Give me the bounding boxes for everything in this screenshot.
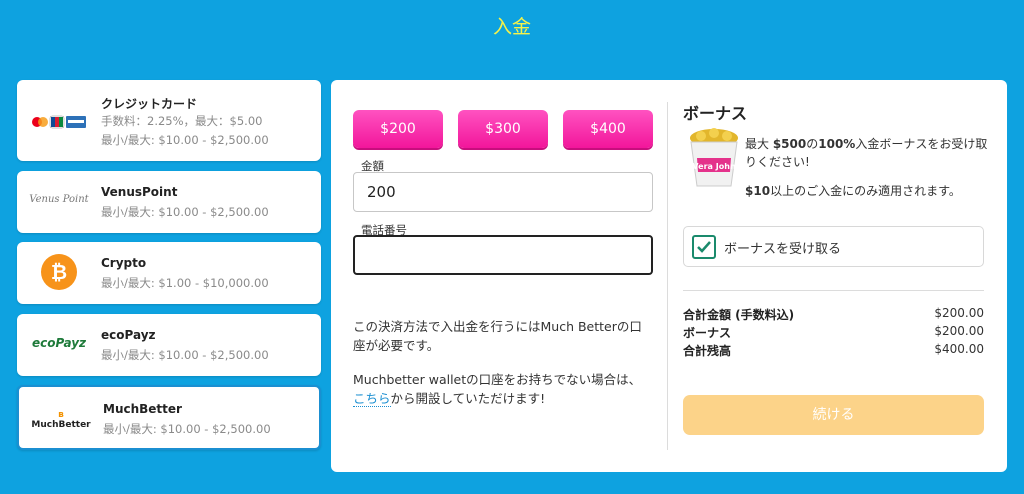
amount-300-button[interactable]: $300 — [458, 110, 548, 148]
amount-400-button[interactable]: $400 — [563, 110, 653, 148]
method-fee: 手数料：2.25%，最大：$5.00 — [101, 114, 263, 128]
info-text-2: Muchbetter walletの口座をお持ちでない場合は、 こちらから開設し… — [353, 372, 642, 407]
continue-button[interactable]: 続ける — [683, 395, 984, 435]
bonus-checkbox-row[interactable]: ボーナスを受け取る — [683, 226, 984, 267]
method-name: MuchBetter — [103, 402, 182, 416]
summary-value: $200.00 — [934, 306, 984, 320]
info-text-1: この決済方法で入出金を行うにはMuch Betterの口座が必要です。 — [353, 319, 642, 353]
method-ecopayz[interactable]: ecoPayz ecoPayz 最小/最大: $10.00 - $2,500.0… — [17, 314, 321, 376]
credit-card-logos — [27, 114, 91, 133]
phone-input[interactable] — [353, 235, 653, 275]
method-limits: 最小/最大: $10.00 - $2,500.00 — [101, 348, 269, 362]
summary-label: 合計残高 — [683, 344, 732, 358]
ecopayz-logo: ecoPayz — [31, 336, 87, 350]
divider — [667, 102, 668, 450]
bonus-description: 最大 $500の100%入金ボーナスをお受け取りください! — [745, 137, 988, 169]
svg-text:Vera John: Vera John — [692, 162, 735, 171]
method-muchbetter[interactable]: ʙ MuchBetter MuchBetter 最小/最大: $10.00 - … — [17, 385, 321, 450]
summary-divider — [683, 290, 984, 291]
bonus-checkbox-label: ボーナスを受け取る — [724, 242, 842, 257]
method-name: VenusPoint — [101, 185, 178, 199]
venuspoint-logo: Venus Point — [29, 194, 89, 205]
page-title: 入金 — [492, 16, 531, 38]
method-name: ecoPayz — [101, 328, 156, 342]
bonus-title: ボーナス — [683, 104, 748, 123]
summary-label: ボーナス — [683, 326, 732, 340]
method-limits: 最小/最大: $10.00 - $2,500.00 — [103, 422, 271, 436]
bitcoin-icon: ₿ — [27, 254, 91, 290]
muchbetter-logo: ʙ MuchBetter — [31, 410, 91, 430]
method-crypto[interactable]: ₿ Crypto 最小/最大: $1.00 - $10,000.00 — [17, 242, 321, 304]
method-name: Crypto — [101, 256, 147, 270]
signup-link[interactable]: こちら — [353, 391, 391, 407]
amount-200-button[interactable]: $200 — [353, 110, 443, 148]
bonus-note: $10以上のご入金にのみ適用されます。 — [745, 184, 961, 198]
method-limits: 最小/最大: $10.00 - $2,500.00 — [101, 133, 269, 147]
method-limits: 最小/最大: $1.00 - $10,000.00 — [101, 276, 269, 290]
bonus-bucket-image: Vera John — [687, 128, 741, 190]
method-name: クレジットカード — [101, 97, 198, 111]
bonus-checkbox[interactable] — [692, 235, 716, 259]
method-credit-card[interactable]: クレジットカード 手数料：2.25%，最大：$5.00 最小/最大: $10.0… — [17, 80, 321, 161]
deposit-panel: $200 $300 $400 金額 200 電話番号 この決済方法で入出金を行う… — [331, 80, 1007, 472]
method-venuspoint[interactable]: Venus Point VenusPoint 最小/最大: $10.00 - $… — [17, 171, 321, 233]
summary-value: $400.00 — [934, 342, 984, 356]
summary-label: 合計金額 (手数料込) — [683, 308, 795, 322]
method-limits: 最小/最大: $10.00 - $2,500.00 — [101, 205, 269, 219]
amount-input[interactable]: 200 — [353, 172, 653, 212]
summary-value: $200.00 — [934, 324, 984, 338]
check-icon — [697, 241, 711, 253]
